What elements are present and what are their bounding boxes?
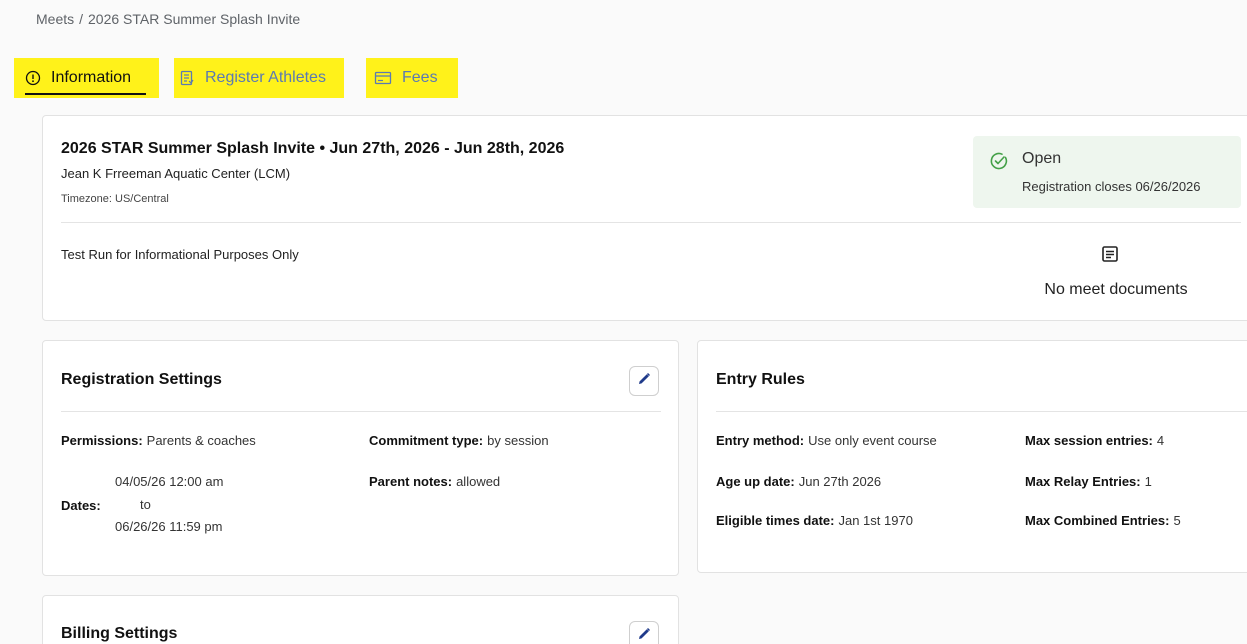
divider	[61, 222, 1241, 223]
breadcrumb: Meets /2026 STAR Summer Splash Invite	[36, 11, 300, 27]
tab-register-athletes-label: Register Athletes	[205, 69, 326, 86]
active-tab-indicator	[25, 93, 146, 95]
credit-card-icon	[374, 70, 392, 86]
max-session-entries-value: 4	[1156, 433, 1165, 448]
max-combined-entries-row: Max Combined Entries: 5	[1025, 513, 1181, 528]
eligible-times-date-value: Jan 1st 1970	[838, 513, 913, 528]
permissions-value: Parents & coaches	[146, 433, 256, 448]
tab-information[interactable]: Information	[14, 58, 159, 98]
parent-notes-label: Parent notes:	[369, 474, 453, 489]
age-up-date-value: Jun 27th 2026	[798, 474, 882, 489]
registration-status-box: Open Registration closes 06/26/2026	[973, 136, 1241, 208]
commitment-type-value: by session	[487, 433, 549, 448]
meet-timezone: Timezone: US/Central	[61, 193, 169, 205]
parent-notes-row: Parent notes: allowed	[369, 474, 500, 489]
tab-register-athletes[interactable]: Register Athletes	[174, 58, 344, 98]
date-to: to	[140, 497, 151, 512]
max-combined-entries-value: 5	[1173, 513, 1181, 528]
dates-label: Dates:	[61, 498, 101, 513]
pencil-icon	[637, 627, 651, 644]
max-combined-entries-label: Max Combined Entries:	[1025, 513, 1170, 528]
document-icon	[1101, 245, 1119, 268]
meet-title: 2026 STAR Summer Splash Invite • Jun 27t…	[61, 140, 565, 157]
edit-billing-settings-button[interactable]	[629, 621, 659, 644]
max-relay-entries-value: 1	[1144, 474, 1152, 489]
tab-fees-label: Fees	[402, 69, 438, 86]
meet-venue: Jean K Frreeman Aquatic Center (LCM)	[61, 166, 291, 181]
no-documents-text: No meet documents	[1044, 281, 1188, 298]
entry-method-label: Entry method:	[716, 433, 805, 448]
info-circle-icon	[25, 70, 41, 86]
permissions-row: Permissions: Parents & coaches	[61, 433, 256, 448]
max-session-entries-row: Max session entries: 4	[1025, 433, 1164, 448]
tab-information-label: Information	[51, 69, 132, 86]
meet-description: Test Run for Informational Purposes Only	[61, 247, 299, 262]
billing-settings-card: Billing Settings	[42, 595, 679, 644]
breadcrumb-current: 2026 STAR Summer Splash Invite	[88, 11, 301, 27]
edit-registration-settings-button[interactable]	[629, 366, 659, 396]
age-up-date-row: Age up date: Jun 27th 2026	[716, 474, 881, 489]
commitment-type-label: Commitment type:	[369, 433, 484, 448]
billing-settings-title: Billing Settings	[61, 625, 178, 642]
entry-rules-title: Entry Rules	[716, 371, 805, 388]
check-circle-icon	[989, 151, 1009, 176]
registration-settings-title: Registration Settings	[61, 371, 222, 388]
entry-method-row: Entry method: Use only event course	[716, 433, 937, 448]
max-relay-entries-label: Max Relay Entries:	[1025, 474, 1141, 489]
tab-fees[interactable]: Fees	[366, 58, 458, 98]
parent-notes-value: allowed	[456, 474, 501, 489]
age-up-date-label: Age up date:	[716, 474, 795, 489]
pencil-icon	[637, 372, 651, 391]
date-end: 06/26/26 11:59 pm	[115, 519, 223, 534]
max-session-entries-label: Max session entries:	[1025, 433, 1153, 448]
eligible-times-date-row: Eligible times date: Jan 1st 1970	[716, 513, 913, 528]
eligible-times-date-label: Eligible times date:	[716, 513, 835, 528]
registration-settings-card: Registration Settings Permissions: Parent…	[42, 340, 679, 576]
date-start: 04/05/26 12:00 am	[115, 474, 224, 489]
commitment-type-row: Commitment type: by session	[369, 433, 549, 448]
register-list-icon	[179, 70, 195, 86]
divider	[716, 411, 1247, 412]
entry-method-value: Use only event course	[808, 433, 937, 448]
breadcrumb-separator: /	[79, 11, 84, 27]
breadcrumb-meets-link[interactable]: Meets	[36, 11, 74, 27]
entry-rules-card: Entry Rules Entry method: Use only event …	[697, 340, 1247, 573]
max-relay-entries-row: Max Relay Entries: 1	[1025, 474, 1152, 489]
permissions-label: Permissions:	[61, 433, 143, 448]
meet-info-card: 2026 STAR Summer Splash Invite • Jun 27t…	[42, 115, 1247, 321]
status-badge: Open	[1022, 150, 1062, 167]
divider	[61, 411, 661, 412]
registration-closes-text: Registration closes 06/26/2026	[1022, 179, 1201, 194]
